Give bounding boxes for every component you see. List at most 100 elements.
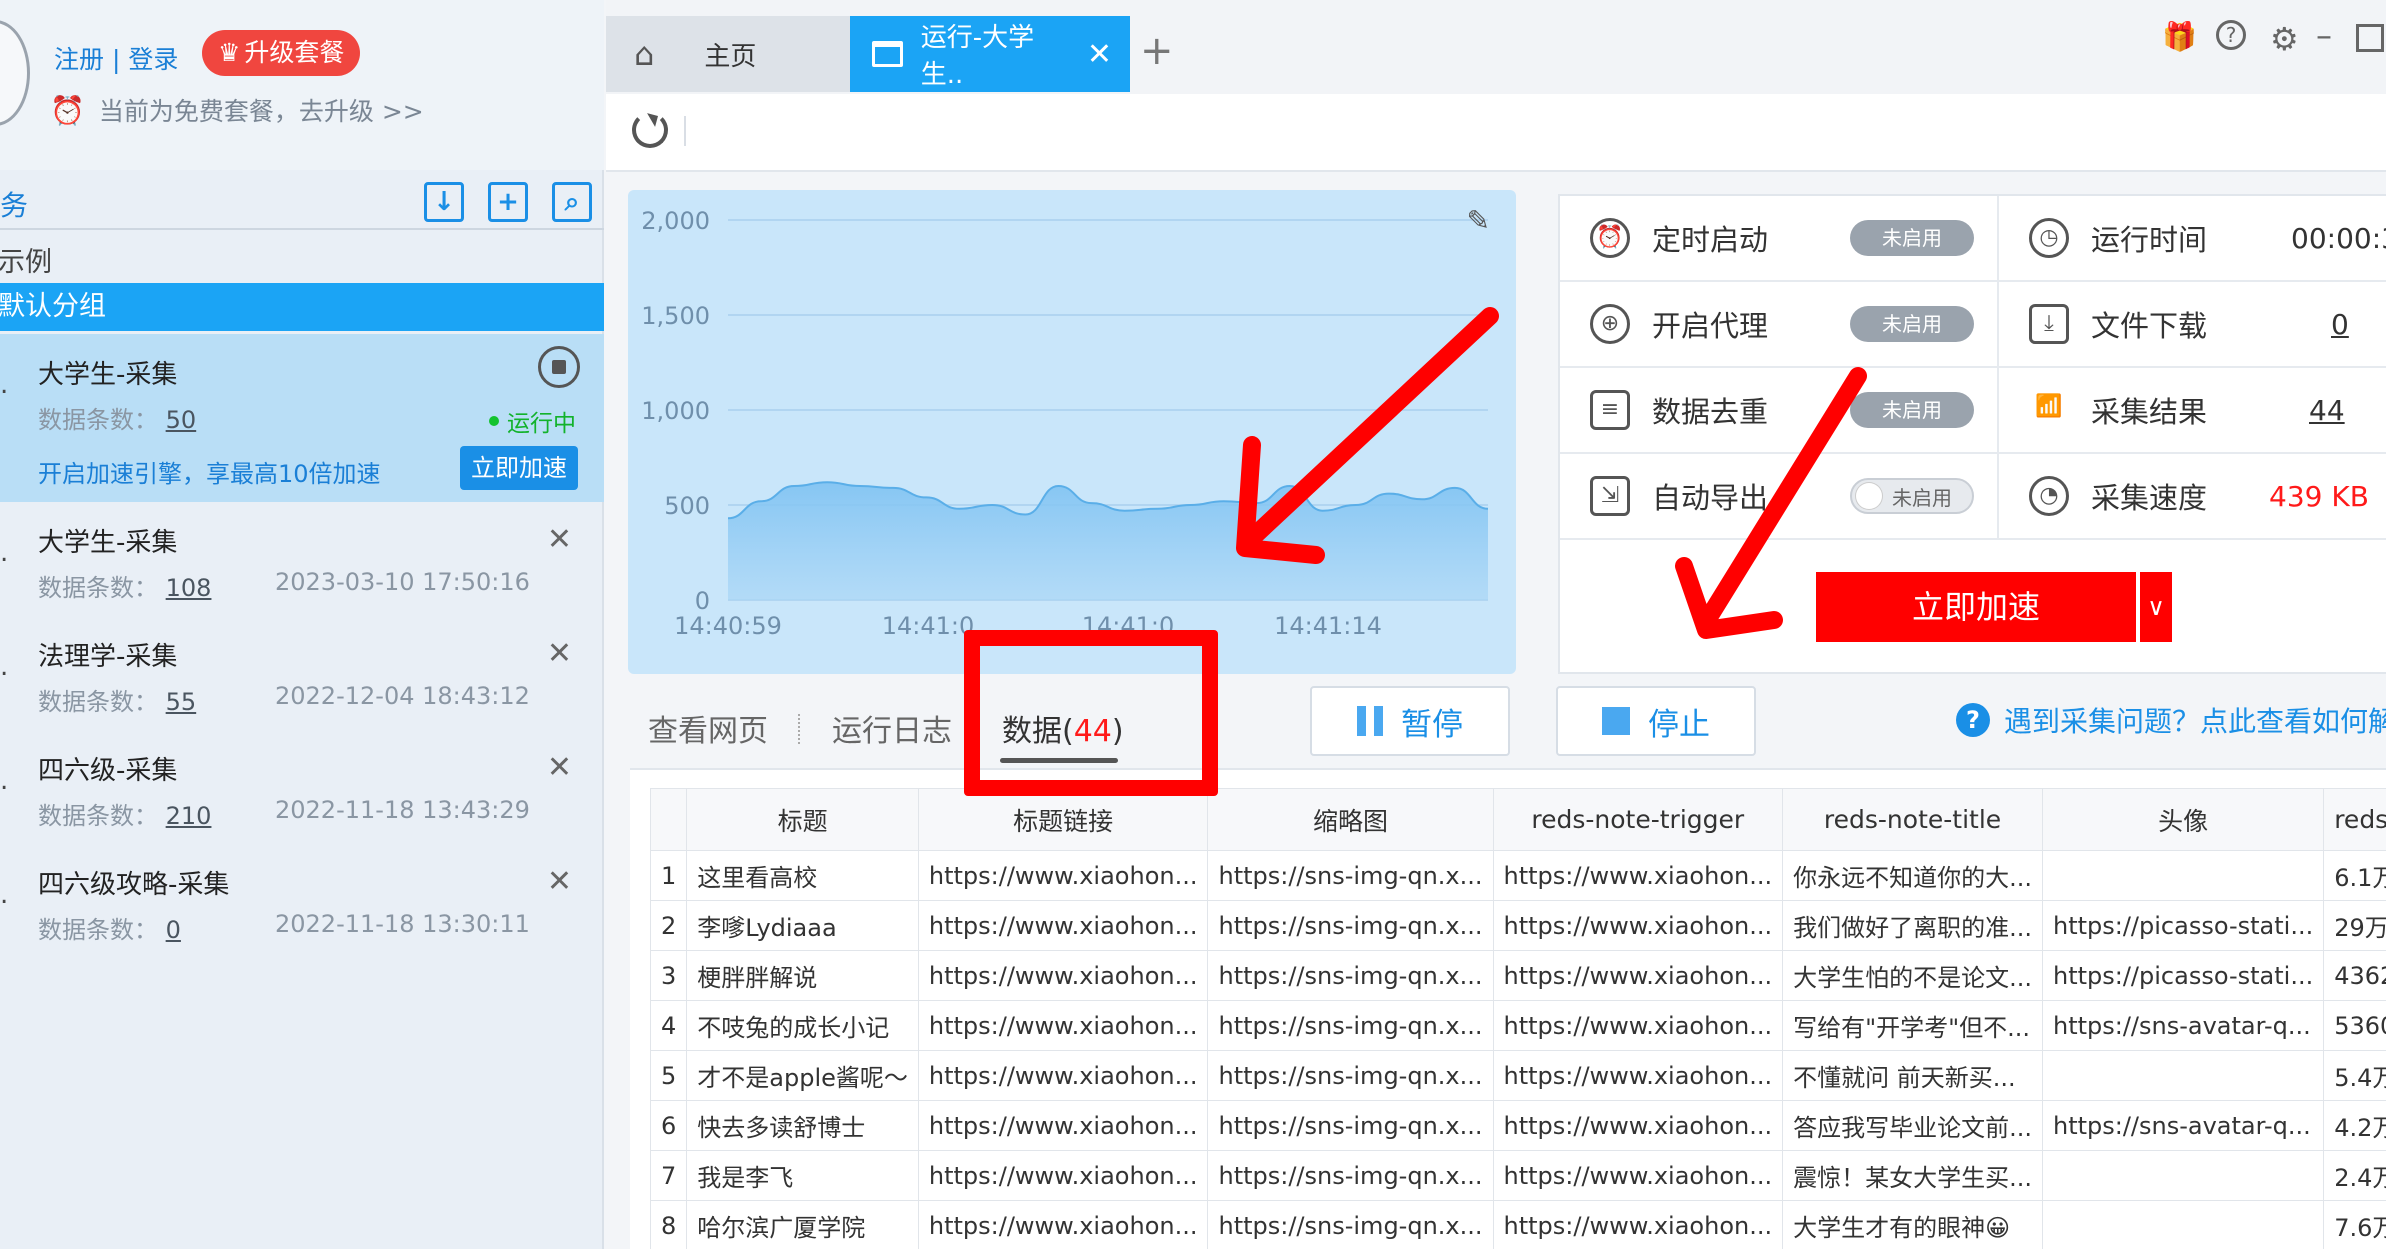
table-cell[interactable]: https://www.xiaohon... bbox=[917, 850, 1209, 901]
table-cell[interactable]: 大学生才有的眼神😀 bbox=[1782, 1200, 2043, 1249]
close-icon[interactable]: ✕ bbox=[547, 636, 572, 671]
table-cell[interactable]: https://www.xiaohon... bbox=[1492, 850, 1784, 901]
column-header[interactable]: reds-note-title bbox=[1782, 788, 2043, 851]
table-row[interactable]: 2 李嗲Lydiaaa https://www.xiaohon... https://… bbox=[649, 900, 2386, 951]
table-cell[interactable]: https://picasso-stati... bbox=[2041, 950, 2325, 1001]
table-cell[interactable] bbox=[2041, 1050, 2325, 1101]
accelerate-dropdown-icon[interactable]: ∨ bbox=[2140, 572, 2172, 642]
table-cell[interactable]: https://www.xiaohon... bbox=[917, 950, 1209, 1001]
table-cell[interactable]: https://www.xiaohon... bbox=[917, 1200, 1209, 1249]
stop-button[interactable]: 停止 bbox=[1556, 686, 1756, 756]
edit-pencil-icon[interactable]: ✎ bbox=[1467, 204, 1490, 237]
accelerate-now-button[interactable]: 立即加速 bbox=[460, 446, 578, 490]
task-count-value[interactable]: 210 bbox=[166, 802, 212, 830]
table-cell[interactable]: 29万 bbox=[2323, 900, 2386, 951]
table-cell[interactable]: https://sns-img-qn.x... bbox=[1207, 1100, 1494, 1151]
task-count-value[interactable]: 50 bbox=[166, 406, 197, 434]
plan-notice[interactable]: ⏰ 当前为免费套餐，去升级 >> bbox=[50, 92, 424, 128]
table-row[interactable]: 1 这里看高校 https://www.xiaohon... https://sns-… bbox=[649, 850, 2386, 901]
dedupe-toggle[interactable]: 未启用 bbox=[1850, 392, 1974, 428]
help-icon[interactable]: ? bbox=[2216, 20, 2246, 50]
export-toggle[interactable]: 未启用 bbox=[1850, 478, 1974, 514]
table-row[interactable]: 7 我是李飞 https://www.xiaohon... https://sns-i… bbox=[649, 1150, 2386, 1201]
table-cell[interactable]: 这里看高校 bbox=[686, 850, 919, 901]
table-cell[interactable]: https://www.xiaohon... bbox=[1492, 1100, 1784, 1151]
table-row[interactable]: 5 才不是apple酱呢～ https://www.xiaohon... https:… bbox=[649, 1050, 2386, 1101]
row-index[interactable]: 5 bbox=[649, 1050, 688, 1101]
close-icon[interactable]: ✕ bbox=[547, 522, 572, 557]
table-cell[interactable]: https://sns-img-qn.x... bbox=[1207, 1200, 1494, 1249]
table-cell[interactable]: https://www.xiaohon... bbox=[1492, 900, 1784, 951]
row-index[interactable]: 6 bbox=[649, 1100, 688, 1151]
table-cell[interactable]: https://www.xiaohon... bbox=[917, 1000, 1209, 1051]
table-cell[interactable]: 答应我写毕业论文前... bbox=[1782, 1100, 2043, 1151]
table-cell[interactable] bbox=[2041, 1200, 2325, 1249]
tab-home[interactable]: ⌂ 主页 bbox=[606, 16, 850, 92]
row-index[interactable]: 3 bbox=[649, 950, 688, 1001]
column-header[interactable]: 头像 bbox=[2041, 788, 2325, 851]
table-row[interactable]: 4 不吱兔的成长小记 https://www.xiaohon... https://s… bbox=[649, 1000, 2386, 1051]
table-cell[interactable]: https://www.xiaohon... bbox=[917, 1150, 1209, 1201]
column-header-index[interactable] bbox=[649, 788, 688, 851]
table-cell[interactable]: https://sns-img-qn.x... bbox=[1207, 1050, 1494, 1101]
table-cell[interactable]: https://sns-img-qn.x... bbox=[1207, 1000, 1494, 1051]
table-cell[interactable]: 我是李飞 bbox=[686, 1150, 919, 1201]
import-task-icon[interactable]: ↓ bbox=[424, 182, 464, 222]
table-cell[interactable]: 5.4万 bbox=[2323, 1050, 2386, 1101]
row-index[interactable]: 7 bbox=[649, 1150, 688, 1201]
table-cell[interactable]: 5360 bbox=[2323, 1000, 2386, 1051]
table-cell[interactable]: https://sns-avatar-q... bbox=[2041, 1000, 2325, 1051]
upgrade-button[interactable]: ♛ 升级套餐 bbox=[202, 30, 361, 76]
default-group[interactable]: 默认分组 bbox=[0, 283, 604, 331]
table-cell[interactable]: https://www.xiaohon... bbox=[1492, 1000, 1784, 1051]
table-cell[interactable]: https://www.xiaohon... bbox=[1492, 1150, 1784, 1201]
table-cell[interactable]: 不懂就问 前天新买... bbox=[1782, 1050, 2043, 1101]
table-cell[interactable]: https://sns-img-qn.x... bbox=[1207, 950, 1494, 1001]
task-count-value[interactable]: 55 bbox=[166, 688, 197, 716]
pause-button[interactable]: 暂停 bbox=[1310, 686, 1510, 756]
table-cell[interactable]: https://sns-img-qn.x... bbox=[1207, 900, 1494, 951]
task-count-value[interactable]: 0 bbox=[166, 916, 181, 944]
table-row[interactable]: 6 快去多读舒博士 https://www.xiaohon... https://sn… bbox=[649, 1100, 2386, 1151]
task-item[interactable]: . 四六级攻略-采集 数据条数： 0 2022-11-18 13:30:11 ✕ bbox=[0, 844, 604, 958]
table-cell[interactable]: 大学生怕的不是论文... bbox=[1782, 950, 2043, 1001]
new-tab-icon[interactable]: + bbox=[1140, 28, 1174, 74]
column-header[interactable]: reds-note-trigger bbox=[1492, 788, 1784, 851]
table-cell[interactable]: 梗胖胖解说 bbox=[686, 950, 919, 1001]
task-item-active[interactable]: . 大学生-采集 数据条数： 50 运行中 开启加速引擎，享最高10倍加速 立即… bbox=[0, 334, 604, 502]
table-cell[interactable]: https://sns-img-qn.x... bbox=[1207, 1150, 1494, 1201]
gift-icon[interactable]: 🎁 bbox=[2162, 20, 2197, 53]
table-cell[interactable]: 4.2万 bbox=[2323, 1100, 2386, 1151]
tab-run-log[interactable]: 运行日志 bbox=[832, 706, 952, 750]
table-row[interactable]: 8 哈尔滨广厦学院 https://www.xiaohon... https://sn… bbox=[649, 1200, 2386, 1249]
row-index[interactable]: 2 bbox=[649, 900, 688, 951]
search-task-icon[interactable]: ⌕ bbox=[552, 182, 592, 222]
column-header[interactable]: 缩略图 bbox=[1207, 788, 1494, 851]
download-value[interactable]: 0 bbox=[2331, 308, 2349, 341]
task-item[interactable]: . 法理学-采集 数据条数： 55 2022-12-04 18:43:12 ✕ bbox=[0, 616, 604, 730]
column-header[interactable]: 标题链接 bbox=[917, 788, 1209, 851]
table-cell[interactable]: https://www.xiaohon... bbox=[917, 1050, 1209, 1101]
table-cell[interactable]: 震惊！某女大学生买... bbox=[1782, 1150, 2043, 1201]
help-link[interactable]: ? 遇到采集问题？点此查看如何解 bbox=[1956, 700, 2386, 740]
table-cell[interactable] bbox=[2041, 850, 2325, 901]
table-cell[interactable]: https://www.xiaohon... bbox=[1492, 1200, 1784, 1249]
tab-view-page[interactable]: 查看网页 bbox=[648, 706, 768, 750]
table-cell[interactable]: 快去多读舒博士 bbox=[686, 1100, 919, 1151]
table-cell[interactable]: https://picasso-stati... bbox=[2041, 900, 2325, 951]
table-cell[interactable]: 李嗲Lydiaaa bbox=[686, 900, 919, 951]
table-cell[interactable]: 才不是apple酱呢～ bbox=[686, 1050, 919, 1101]
row-index[interactable]: 4 bbox=[649, 1000, 688, 1051]
table-cell[interactable]: 写给有"开学考"但不... bbox=[1782, 1000, 2043, 1051]
login-link[interactable]: 登录 bbox=[128, 45, 178, 74]
task-item[interactable]: . 大学生-采集 数据条数： 108 2023-03-10 17:50:16 ✕ bbox=[0, 502, 604, 616]
table-cell[interactable]: 4362 bbox=[2323, 950, 2386, 1001]
row-index[interactable]: 8 bbox=[649, 1200, 688, 1249]
schedule-toggle[interactable]: 未启用 bbox=[1850, 220, 1974, 256]
column-header[interactable]: 标题 bbox=[686, 788, 919, 851]
register-link[interactable]: 注册 bbox=[54, 45, 104, 74]
table-cell[interactable]: 2.4万 bbox=[2323, 1150, 2386, 1201]
close-icon[interactable]: ✕ bbox=[547, 864, 572, 899]
close-tab-icon[interactable]: ✕ bbox=[1087, 37, 1112, 72]
close-icon[interactable]: ✕ bbox=[547, 750, 572, 785]
